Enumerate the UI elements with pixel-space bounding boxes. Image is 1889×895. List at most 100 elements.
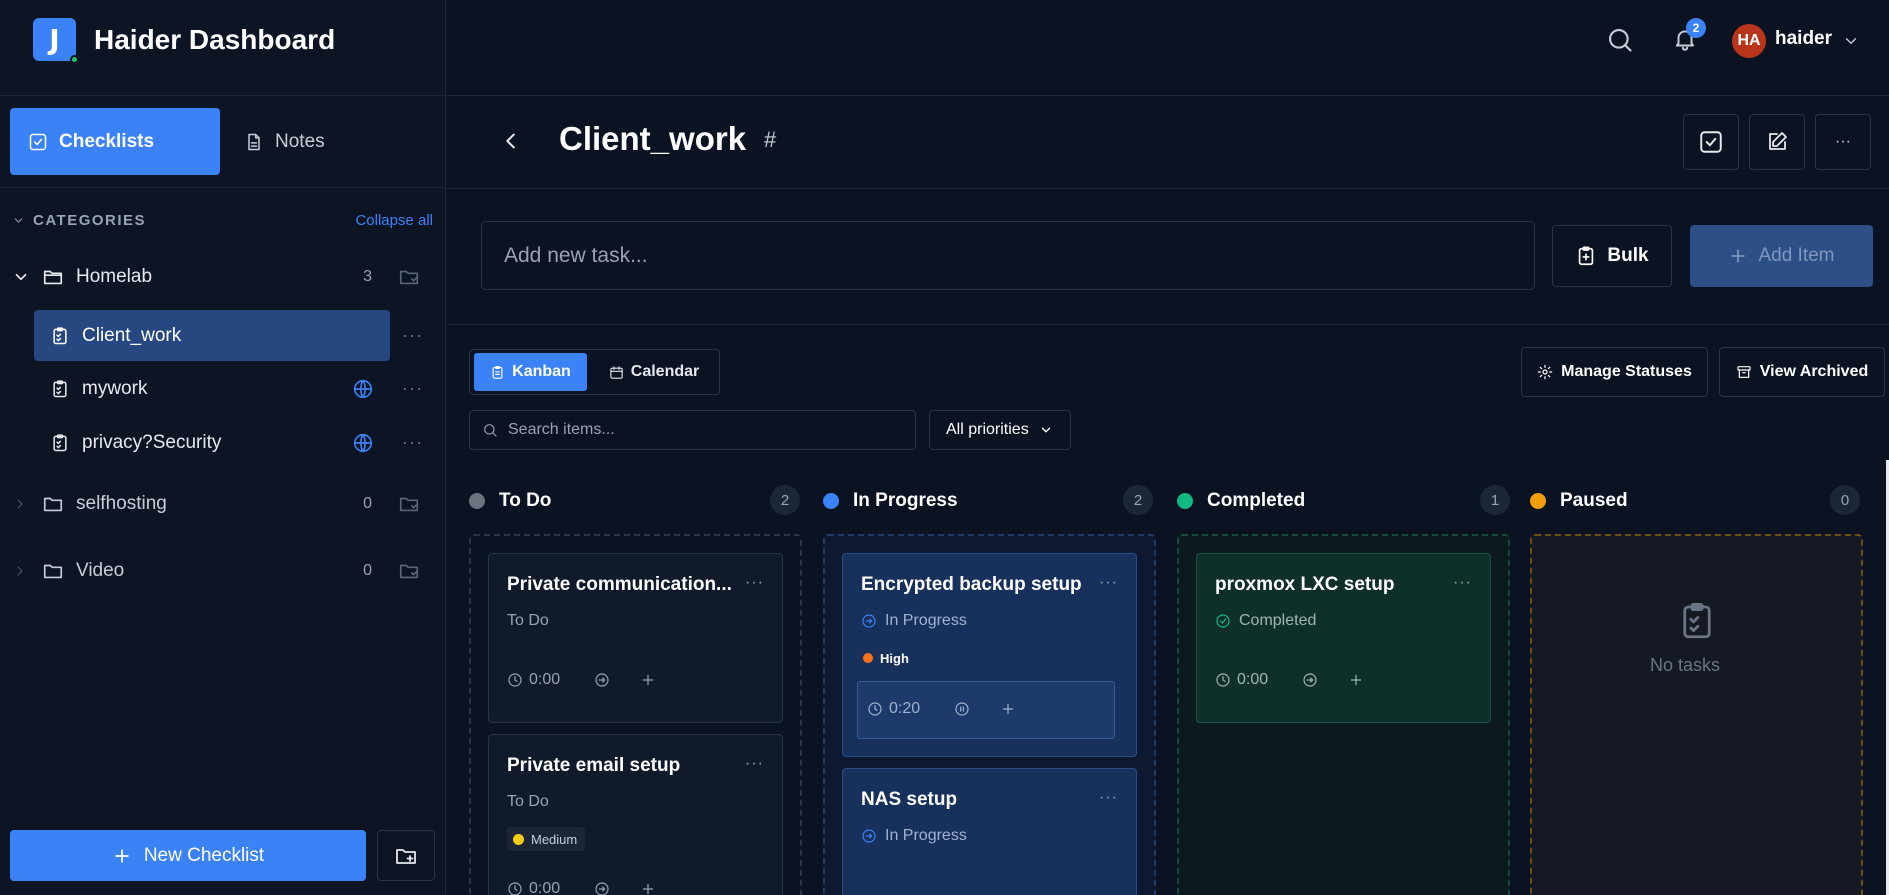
timer[interactable]: 0:20 [867,700,939,718]
timer-value: 0:00 [529,671,561,688]
brand: J Haider Dashboard [0,0,446,96]
search-placeholder: Search items... [508,421,615,438]
checklist-mode-button[interactable] [1683,114,1739,170]
task-footer: 0:00 [507,880,671,895]
column-title: To Do [499,490,552,511]
new-checklist-button[interactable]: New Checklist [10,830,366,881]
folder-count: 0 [363,562,372,579]
timer-value: 0:00 [1237,671,1269,688]
tab-checklists[interactable]: Checklists [10,108,220,175]
clock-icon [1215,672,1231,688]
plus-icon[interactable] [985,701,1031,717]
hash-icon[interactable]: # [764,127,776,153]
folder-settings-icon[interactable] [398,493,420,515]
more-options-icon[interactable]: ··· [745,574,764,592]
pause-icon[interactable] [939,701,985,717]
plus-icon[interactable] [1333,672,1379,688]
manage-statuses-label: Manage Statuses [1561,363,1692,380]
app-title: Haider Dashboard [94,24,336,55]
task-card[interactable]: NAS setup ··· In Progress [842,768,1137,895]
folder-selfhosting[interactable]: selfhosting 0 [12,484,440,524]
timer[interactable]: 0:00 [1215,671,1287,689]
new-checklist-label: New Checklist [143,844,265,866]
timer[interactable]: 0:00 [507,880,579,895]
empty-state-text: No tasks [1650,655,1721,675]
add-item-button[interactable]: Add Item [1690,225,1873,287]
timer[interactable]: 0:00 [507,671,579,689]
folder-settings-icon[interactable] [398,266,420,288]
chevron-down-icon [12,214,25,227]
folder-count: 0 [363,495,372,512]
folder-homelab[interactable]: Homelab 3 [12,257,440,297]
view-archived-button[interactable]: View Archived [1719,347,1885,397]
search-icon[interactable] [1606,26,1634,54]
timer-value: 0:00 [529,880,561,895]
document-icon [244,132,264,152]
task-status: In Progress [861,612,967,630]
tab-calendar[interactable]: Calendar [594,353,714,391]
back-arrow-icon[interactable] [500,130,522,152]
more-options-button[interactable]: ··· [1815,114,1871,170]
clipboard-check-icon [50,326,70,346]
add-task-input[interactable] [481,221,1535,290]
column-header-paused: Paused [1530,485,1628,517]
arrow-circle-icon[interactable] [579,672,625,688]
categories-toggle[interactable]: CATEGORIES [12,212,146,229]
task-card[interactable]: Encrypted backup setup ··· In Progress H… [842,553,1137,757]
task-card[interactable]: Private communication... ··· To Do 0:00 [488,553,783,723]
clipboard-icon [1676,600,1718,642]
checkbox-icon [28,132,48,152]
task-card[interactable]: proxmox LXC setup ··· Completed 0:00 [1196,553,1491,723]
username[interactable]: haider [1775,28,1832,50]
folder-settings-icon[interactable] [398,560,420,582]
collapse-all-link[interactable]: Collapse all [355,212,433,229]
plus-icon[interactable] [625,672,671,688]
chevron-down-icon [1039,423,1053,437]
more-options-icon[interactable]: ··· [402,378,423,399]
new-category-button[interactable] [377,830,435,881]
more-options-icon[interactable]: ··· [1099,789,1118,807]
folder-count: 3 [363,268,372,285]
priority-filter-value: All priorities [946,421,1029,438]
folder-plus-icon [394,844,418,868]
task-footer: 0:20 [867,700,1031,718]
arrow-circle-icon[interactable] [1287,672,1333,688]
task-status-label: In Progress [885,612,967,629]
column-paused [1530,534,1863,895]
column-header-completed: Completed [1177,485,1305,517]
priority-label: Medium [531,831,578,847]
avatar[interactable]: HA [1732,24,1766,58]
add-item-label: Add Item [1758,245,1835,266]
edit-button[interactable] [1749,114,1805,170]
checklist-item-privacy-security[interactable]: privacy?Security [34,417,390,468]
more-options-icon[interactable]: ··· [1099,574,1118,592]
priority-filter-select[interactable]: All priorities [929,410,1071,450]
bulk-button[interactable]: Bulk [1552,225,1672,287]
more-options-icon[interactable]: ··· [745,755,764,773]
task-status: To Do [507,793,549,811]
column-title: Paused [1560,490,1628,511]
tab-kanban[interactable]: Kanban [474,353,587,391]
clipboard-check-icon [50,379,70,399]
checklist-item-client-work[interactable]: Client_work [34,310,390,361]
task-status-label: To Do [507,793,549,810]
view-archived-label: View Archived [1759,363,1869,380]
task-title: Encrypted backup setup [861,574,1082,595]
folder-icon [42,493,64,515]
more-options-icon[interactable]: ··· [1453,574,1472,592]
priority-label: High [880,650,909,666]
manage-statuses-button[interactable]: Manage Statuses [1521,347,1708,397]
chevron-down-icon[interactable] [1842,32,1860,50]
more-options-icon[interactable]: ··· [402,325,423,346]
search-items-input[interactable]: Search items... [469,410,916,450]
folder-video[interactable]: Video 0 [12,551,440,591]
plus-icon[interactable] [625,881,671,895]
tab-notes[interactable]: Notes [230,108,430,175]
checklist-item-mywork[interactable]: mywork [34,363,390,414]
arrow-circle-icon[interactable] [579,881,625,895]
folder-name: Homelab [76,266,153,287]
more-options-icon[interactable]: ··· [402,432,423,453]
task-status-label: To Do [507,612,549,629]
task-card[interactable]: Private email setup ··· To Do Medium 0:0… [488,734,783,895]
column-count: 2 [770,485,800,515]
